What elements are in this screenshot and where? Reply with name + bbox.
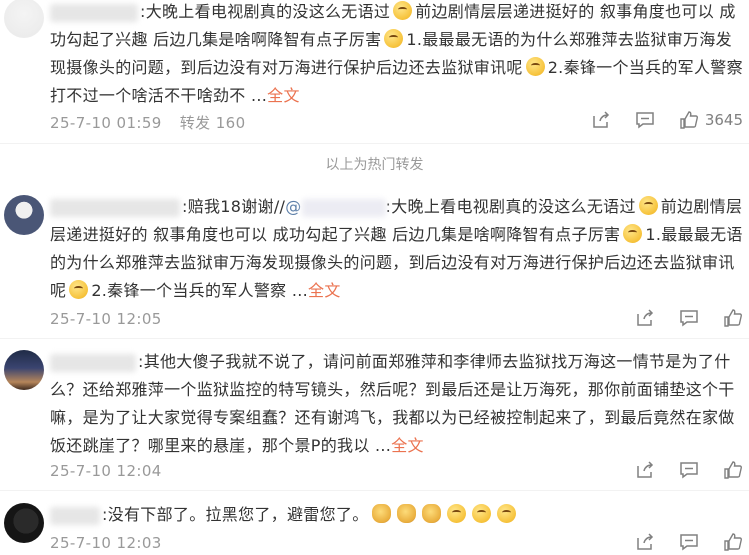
thinking-face-emoji — [638, 196, 658, 215]
clapping-hands-emoji — [396, 504, 416, 523]
share-icon — [593, 111, 609, 128]
mention-link[interactable]: @ — [285, 197, 301, 216]
comment-text-part: :大晚上看电视剧真的没这么无语过 — [140, 2, 391, 21]
share-button[interactable] — [591, 110, 611, 130]
comment-text: :赔我18谢谢//@:大晚上看电视剧真的没这么无语过 前边剧情层层递进挺好的 叙事… — [50, 193, 744, 305]
clapping-hands-emoji — [421, 504, 441, 523]
share-icon — [637, 533, 654, 550]
comment-icon — [680, 310, 698, 327]
share-button[interactable] — [635, 460, 655, 480]
avatar[interactable] — [4, 350, 44, 390]
comment-text-part: 2.秦锋一个当兵的军人警察 ... — [91, 281, 309, 300]
like-button[interactable] — [723, 532, 743, 552]
like-button[interactable] — [723, 308, 743, 328]
action-bar — [611, 460, 743, 480]
comment-text: :大晚上看电视剧真的没这么无语过 前边剧情层层递进挺好的 叙事角度也可以 成功勾起… — [50, 0, 744, 110]
smiling-face-emoji — [496, 504, 516, 523]
comment-text-part: :大晚上看电视剧真的没这么无语过 — [385, 197, 636, 216]
comment-button[interactable] — [679, 532, 699, 552]
comment-meta: 25-7-10 01:59 转发 160 — [50, 112, 246, 133]
avatar[interactable] — [4, 195, 44, 235]
comment-meta: 25-7-10 12:04 — [50, 462, 162, 480]
share-button[interactable] — [635, 308, 655, 328]
divider-line — [0, 143, 749, 144]
username-blurred[interactable] — [50, 353, 136, 372]
thinking-face-emoji — [623, 224, 643, 243]
comment-icon — [680, 534, 698, 551]
smiling-face-emoji — [446, 504, 466, 523]
avatar[interactable] — [4, 0, 44, 38]
thinking-face-emoji — [384, 29, 404, 48]
like-button[interactable] — [723, 460, 743, 480]
action-bar: 3645 — [567, 110, 743, 130]
comment-text: :没有下部了。拉黑您了，避雷您了。 — [50, 501, 744, 529]
comment-button[interactable] — [679, 308, 699, 328]
smiling-face-emoji — [471, 504, 491, 523]
timestamp: 25-7-10 01:59 — [50, 114, 162, 132]
thinking-face-emoji — [525, 57, 545, 76]
action-bar — [611, 308, 743, 328]
forward-count[interactable]: 转发 160 — [180, 114, 246, 132]
comment-text-part: :没有下部了。拉黑您了，避雷您了。 — [102, 505, 369, 524]
divider-line — [0, 490, 749, 491]
full-text-link[interactable]: 全文 — [308, 281, 341, 300]
comment-meta: 25-7-10 12:03 — [50, 534, 162, 552]
comment-text: :其他大傻子我就不说了，请问前面郑雅萍和李律师去监狱找万海这一情节是为了什么？还… — [50, 348, 744, 460]
thumbs-up-icon — [724, 461, 742, 479]
thinking-face-emoji — [393, 1, 413, 20]
share-icon — [637, 309, 654, 326]
avatar[interactable] — [4, 503, 44, 543]
share-icon — [637, 461, 654, 478]
full-text-link[interactable]: 全文 — [391, 436, 424, 455]
hot-forward-divider: 以上为热门转发 — [325, 157, 424, 173]
username-blurred[interactable] — [50, 198, 180, 217]
comment-button[interactable] — [679, 460, 699, 480]
comment-text-part: :赔我18谢谢// — [182, 197, 286, 216]
action-bar — [611, 532, 743, 552]
timestamp: 25-7-10 12:04 — [50, 462, 162, 480]
username-blurred[interactable] — [50, 506, 100, 525]
share-button[interactable] — [635, 532, 655, 552]
full-text-link[interactable]: 全文 — [267, 86, 300, 105]
comment-meta: 25-7-10 12:05 — [50, 310, 162, 328]
divider-line — [0, 338, 749, 339]
clapping-hands-emoji — [371, 504, 391, 523]
like-button[interactable]: 3645 — [679, 110, 743, 130]
thumbs-up-icon — [724, 309, 742, 327]
like-count: 3645 — [704, 111, 743, 129]
username-blurred[interactable] — [50, 3, 138, 22]
comment-icon — [680, 462, 698, 479]
comment-button[interactable] — [635, 110, 655, 130]
mention-username-blurred[interactable] — [301, 198, 386, 217]
timestamp: 25-7-10 12:05 — [50, 310, 162, 328]
thinking-face-emoji — [69, 280, 89, 299]
comment-icon — [636, 112, 654, 129]
thumbs-up-icon — [724, 533, 742, 551]
thumbs-up-icon — [680, 111, 698, 129]
timestamp: 25-7-10 12:03 — [50, 534, 162, 552]
